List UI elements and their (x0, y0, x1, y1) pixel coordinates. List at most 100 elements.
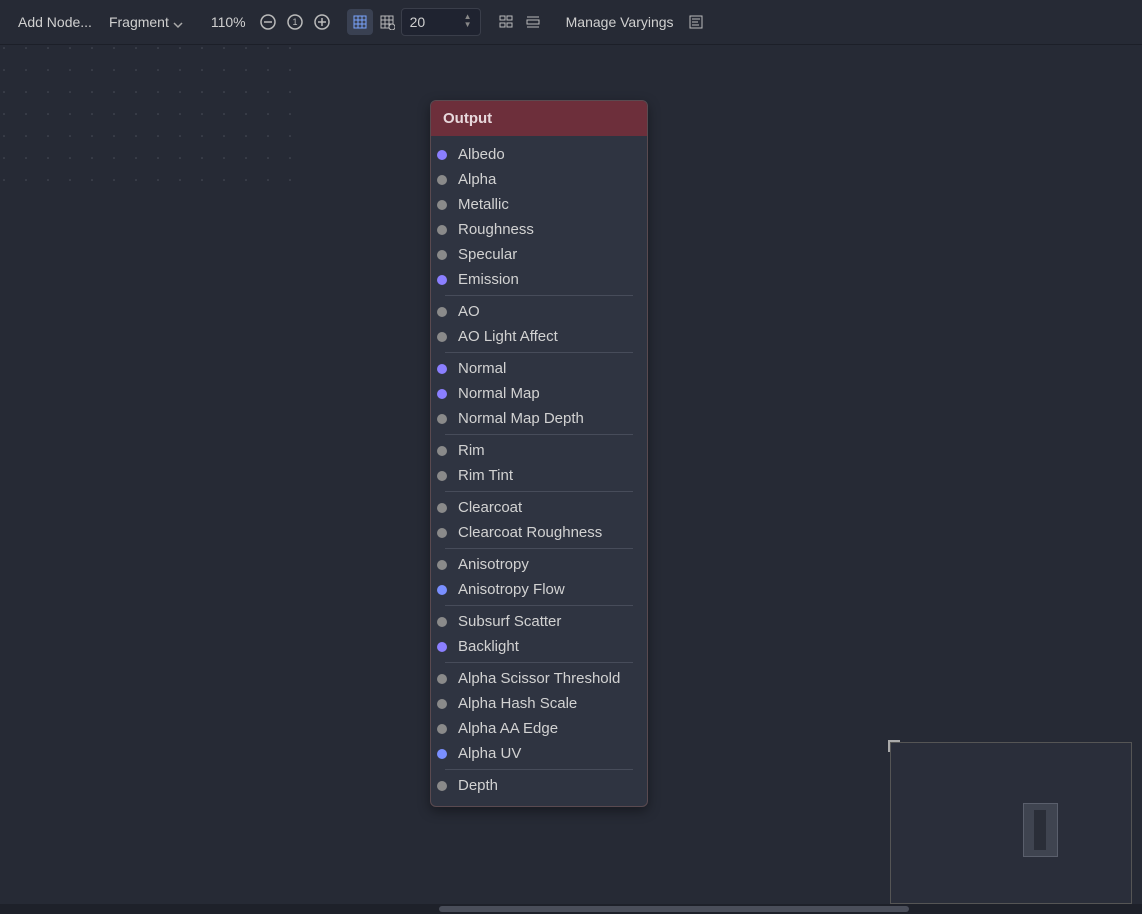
node-body: Albedo Alpha Metallic Roughness Specular Emis… (431, 136, 647, 806)
port-socket-icon[interactable] (437, 560, 447, 570)
input-port[interactable]: Roughness (431, 217, 647, 242)
port-group-divider (445, 434, 633, 435)
input-port[interactable]: Alpha Scissor Threshold (431, 666, 647, 691)
port-label: Metallic (458, 196, 509, 213)
input-port[interactable]: Alpha (431, 167, 647, 192)
grid-size-spinner[interactable]: ▲▼ (464, 14, 476, 30)
grid-settings-button[interactable] (374, 9, 400, 35)
input-port[interactable]: Depth (431, 773, 647, 798)
input-port[interactable]: Normal (431, 356, 647, 381)
input-port[interactable]: Metallic (431, 192, 647, 217)
port-socket-icon[interactable] (437, 446, 447, 456)
port-socket-icon[interactable] (437, 275, 447, 285)
zoom-in-button[interactable] (309, 9, 335, 35)
input-port[interactable]: Subsurf Scatter (431, 609, 647, 634)
port-label: Anisotropy (458, 556, 529, 573)
arrange-nodes-button[interactable] (493, 9, 519, 35)
port-socket-icon[interactable] (437, 724, 447, 734)
port-label: Rim (458, 442, 485, 459)
grid-dots (0, 44, 300, 194)
horizontal-scrollbar[interactable] (0, 904, 1142, 914)
zoom-out-button[interactable] (255, 9, 281, 35)
zoom-label: 110% (203, 14, 254, 30)
input-port[interactable]: Rim Tint (431, 463, 647, 488)
port-group-divider (445, 295, 633, 296)
port-label: Clearcoat (458, 499, 522, 516)
port-socket-icon[interactable] (437, 150, 447, 160)
port-socket-icon[interactable] (437, 225, 447, 235)
port-socket-icon[interactable] (437, 617, 447, 627)
port-socket-icon[interactable] (437, 749, 447, 759)
add-node-button[interactable]: Add Node... (10, 7, 100, 37)
port-socket-icon[interactable] (437, 389, 447, 399)
input-port[interactable]: Backlight (431, 634, 647, 659)
port-socket-icon[interactable] (437, 307, 447, 317)
port-label: Albedo (458, 146, 505, 163)
port-socket-icon[interactable] (437, 471, 447, 481)
input-port[interactable]: Clearcoat Roughness (431, 520, 647, 545)
port-label: Depth (458, 777, 498, 794)
port-label: Clearcoat Roughness (458, 524, 602, 541)
port-socket-icon[interactable] (437, 503, 447, 513)
port-label: Alpha UV (458, 745, 521, 762)
port-group-divider (445, 662, 633, 663)
input-port[interactable]: Rim (431, 438, 647, 463)
input-port[interactable]: Alpha Hash Scale (431, 691, 647, 716)
port-socket-icon[interactable] (437, 250, 447, 260)
port-socket-icon[interactable] (437, 175, 447, 185)
input-port[interactable]: Anisotropy Flow (431, 577, 647, 602)
scrollbar-thumb[interactable] (439, 906, 909, 912)
port-socket-icon[interactable] (437, 200, 447, 210)
layout-button[interactable] (520, 9, 546, 35)
port-label: Roughness (458, 221, 534, 238)
input-port[interactable]: Normal Map Depth (431, 406, 647, 431)
input-port[interactable]: Alpha UV (431, 741, 647, 766)
port-socket-icon[interactable] (437, 585, 447, 595)
input-port[interactable]: Specular (431, 242, 647, 267)
node-title[interactable]: Output (431, 101, 647, 136)
zoom-reset-button[interactable]: 1 (282, 9, 308, 35)
port-label: Specular (458, 246, 517, 263)
input-port[interactable]: Normal Map (431, 381, 647, 406)
port-socket-icon[interactable] (437, 699, 447, 709)
output-node[interactable]: Output Albedo Alpha Metallic Roughness Specu… (430, 100, 648, 807)
port-label: Rim Tint (458, 467, 513, 484)
toolbar: Add Node... Fragment 110% 1 20 ▲▼ Manage… (0, 0, 1142, 45)
port-label: Normal Map Depth (458, 410, 584, 427)
port-label: Alpha Hash Scale (458, 695, 577, 712)
minimap-viewport[interactable] (1023, 803, 1058, 857)
port-socket-icon[interactable] (437, 364, 447, 374)
minimap[interactable] (890, 742, 1132, 904)
spinner-down-icon[interactable]: ▼ (464, 22, 476, 30)
port-label: Normal Map (458, 385, 540, 402)
input-port[interactable]: Alpha AA Edge (431, 716, 647, 741)
port-socket-icon[interactable] (437, 642, 447, 652)
port-group-divider (445, 491, 633, 492)
graph-canvas[interactable]: Output Albedo Alpha Metallic Roughness Specu… (0, 44, 1142, 914)
chevron-down-icon (173, 17, 183, 27)
preview-code-button[interactable] (683, 9, 709, 35)
minimap-corner-icon (888, 740, 900, 752)
input-port[interactable]: Clearcoat (431, 495, 647, 520)
input-port[interactable]: Emission (431, 267, 647, 292)
port-socket-icon[interactable] (437, 414, 447, 424)
grid-snap-button[interactable] (347, 9, 373, 35)
port-socket-icon[interactable] (437, 674, 447, 684)
port-label: AO Light Affect (458, 328, 558, 345)
input-port[interactable]: Albedo (431, 142, 647, 167)
input-port[interactable]: AO Light Affect (431, 324, 647, 349)
port-group-divider (445, 769, 633, 770)
port-socket-icon[interactable] (437, 332, 447, 342)
manage-varyings-button[interactable]: Manage Varyings (558, 7, 682, 37)
port-socket-icon[interactable] (437, 528, 447, 538)
input-port[interactable]: AO (431, 299, 647, 324)
port-label: Emission (458, 271, 519, 288)
shader-stage-dropdown[interactable]: Fragment (101, 7, 191, 37)
port-label: Subsurf Scatter (458, 613, 561, 630)
port-group-divider (445, 548, 633, 549)
port-socket-icon[interactable] (437, 781, 447, 791)
input-port[interactable]: Anisotropy (431, 552, 647, 577)
port-label: Backlight (458, 638, 519, 655)
grid-size-field[interactable]: 20 ▲▼ (401, 8, 481, 36)
port-group-divider (445, 605, 633, 606)
